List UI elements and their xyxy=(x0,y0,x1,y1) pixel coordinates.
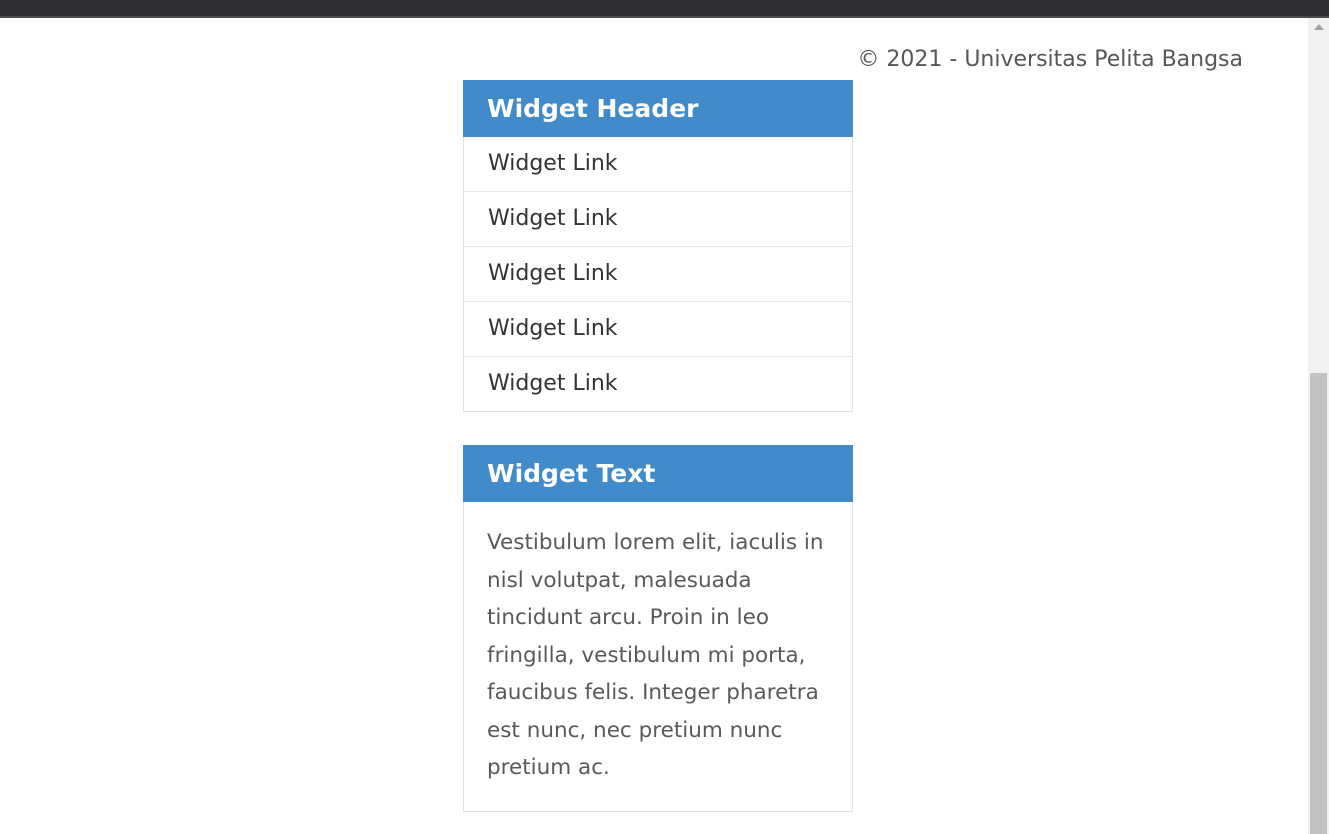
widget-links-panel: Widget Header Widget Link Widget Link Wi… xyxy=(463,80,853,412)
browser-top-bar xyxy=(0,0,1329,18)
widget-link-1[interactable]: Widget Link xyxy=(464,137,852,192)
widget-text-title: Widget Text xyxy=(463,445,853,502)
scrollbar-thumb[interactable] xyxy=(1310,373,1327,834)
vertical-scrollbar[interactable] xyxy=(1308,18,1329,834)
footer-copyright: © 2021 - Universitas Pelita Bangsa xyxy=(857,47,1243,72)
widget-link-3[interactable]: Widget Link xyxy=(464,247,852,302)
widget-header-title: Widget Header xyxy=(463,80,853,137)
scroll-up-arrow-icon[interactable] xyxy=(1314,24,1324,30)
widget-link-2[interactable]: Widget Link xyxy=(464,192,852,247)
widget-link-4[interactable]: Widget Link xyxy=(464,302,852,357)
page-viewport: © 2021 - Universitas Pelita Bangsa Widge… xyxy=(0,18,1308,834)
widget-text-body: Vestibulum lorem elit, iaculis in nisl v… xyxy=(487,530,824,780)
widget-text-panel: Widget Text Vestibulum lorem elit, iacul… xyxy=(463,445,853,812)
widget-link-5[interactable]: Widget Link xyxy=(464,357,852,411)
